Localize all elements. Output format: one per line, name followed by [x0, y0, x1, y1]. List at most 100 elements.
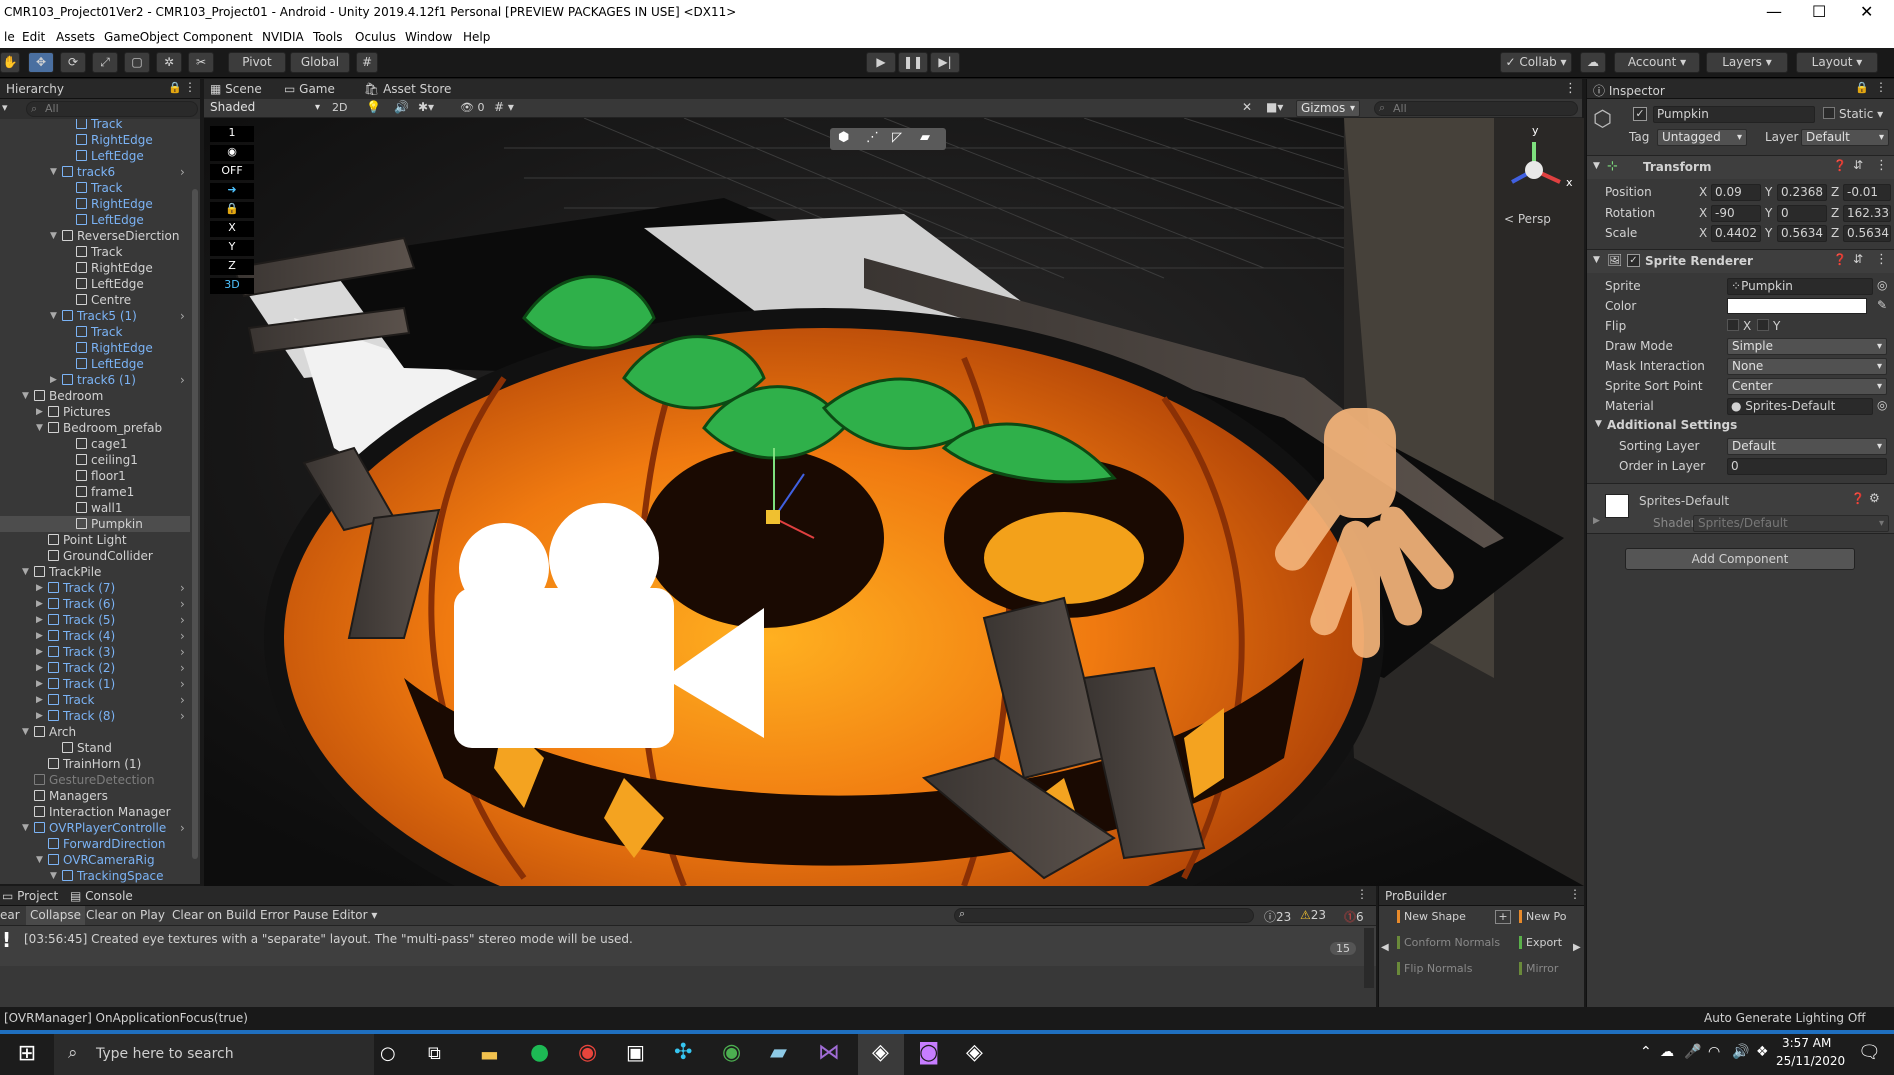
vertex-tool-icon[interactable]: ⋰ — [866, 130, 879, 145]
collapsed-arrow-icon[interactable]: ▶ — [36, 660, 43, 676]
custom-tool-icon[interactable]: ✂ — [188, 52, 214, 73]
tools-icon[interactable]: ✕ — [1242, 100, 1252, 114]
hierarchy-item[interactable]: Track — [0, 244, 190, 260]
new-poly-button[interactable]: New Po — [1519, 910, 1566, 923]
clear-button[interactable]: ear — [0, 908, 20, 922]
error-pause-button[interactable]: Error Pause — [260, 908, 328, 922]
spotify-icon[interactable]: ● — [530, 1040, 549, 1065]
shading-dropdown[interactable]: Shaded — [206, 100, 324, 117]
console-scrollbar[interactable] — [1364, 928, 1374, 988]
hierarchy-item[interactable]: ▶ Track (2) › — [0, 660, 190, 676]
flip-y-checkbox[interactable] — [1757, 319, 1769, 331]
hierarchy-item[interactable]: ForwardDirection — [0, 836, 190, 852]
grid-icon[interactable]: # ▾ — [494, 100, 514, 114]
hierarchy-item[interactable]: ▼ track6 › — [0, 164, 190, 180]
hierarchy-item[interactable]: ▼ Bedroom — [0, 388, 190, 404]
draw-mode-dropdown[interactable]: Simple — [1727, 338, 1887, 355]
expanded-arrow-icon[interactable]: ▼ — [50, 868, 57, 883]
clock-time[interactable]: 3:57 AM — [1782, 1036, 1831, 1050]
menu-tools[interactable]: Tools — [313, 30, 343, 44]
edge-tool-icon[interactable]: ◸ — [892, 130, 902, 145]
prefab-open-icon[interactable]: › — [180, 660, 185, 676]
menu-component[interactable]: Component — [183, 30, 253, 44]
hierarchy-item[interactable]: LeftEdge — [0, 276, 190, 292]
prefab-open-icon[interactable]: › — [180, 580, 185, 596]
probuilder-tab[interactable]: ProBuilder — [1385, 889, 1446, 903]
slack-icon[interactable]: ✣ — [674, 1040, 692, 1065]
camera-icon[interactable]: ■▾ — [1266, 100, 1283, 114]
hierarchy-item[interactable]: RightEdge — [0, 132, 190, 148]
position-z-field[interactable]: -0.01 — [1843, 184, 1891, 201]
sprite-preset-icon[interactable]: ⇵ — [1853, 252, 1863, 266]
tray-chevron-icon[interactable]: ⌃ — [1640, 1044, 1652, 1060]
info-count[interactable]: ⓘ23 — [1264, 908, 1291, 925]
scroll-left-icon[interactable]: ◀ — [1381, 942, 1389, 953]
pivot-toggle[interactable]: Pivot — [228, 52, 286, 73]
hierarchy-item[interactable]: ▶ Track (3) › — [0, 644, 190, 660]
lighting-icon[interactable]: 💡 — [366, 100, 381, 114]
orientation-gizmo[interactable]: y x — [1504, 124, 1574, 210]
prefab-open-icon[interactable]: › — [180, 164, 185, 180]
rotation-z-field[interactable]: 162.336 — [1843, 205, 1891, 222]
hierarchy-item[interactable]: Pumpkin — [0, 516, 190, 532]
hierarchy-item[interactable]: Centre — [0, 292, 190, 308]
clear-on-build-button[interactable]: Clear on Build — [172, 908, 256, 922]
hierarchy-search-input[interactable]: ⌕ All — [26, 101, 198, 117]
prefab-open-icon[interactable]: › — [180, 644, 185, 660]
hierarchy-item[interactable]: ▼ ReverseDierction — [0, 228, 190, 244]
error-count[interactable]: ⓵6 — [1344, 908, 1364, 925]
collapsed-arrow-icon[interactable]: ▶ — [50, 372, 57, 388]
chrome-2-icon[interactable]: ◉ — [722, 1040, 741, 1065]
position-y-field[interactable]: 0.2368 — [1777, 184, 1827, 201]
persp-label[interactable]: < Persp — [1504, 212, 1551, 226]
material-field[interactable]: ● Sprites-Default — [1727, 398, 1873, 415]
rotate-tool-icon[interactable]: ⟳ — [60, 52, 86, 73]
hidden-count[interactable]: 👁 0 — [460, 101, 484, 114]
help-icon[interactable]: ❓ — [1833, 159, 1847, 172]
expanded-arrow-icon[interactable]: ▼ — [36, 420, 43, 436]
effects-icon[interactable]: ✱▾ — [418, 100, 434, 114]
gizmos-dropdown[interactable]: Gizmos — [1296, 100, 1360, 117]
scene-menu-icon[interactable]: ⋮ — [1564, 81, 1577, 96]
hierarchy-item[interactable]: ▼ Track5 (1) › — [0, 308, 190, 324]
menu-gameobject[interactable]: GameObject — [104, 30, 179, 44]
close-icon[interactable]: ✕ — [1860, 2, 1873, 21]
collapsed-arrow-icon[interactable]: ▶ — [36, 692, 43, 708]
active-checkbox[interactable]: ✓ — [1633, 107, 1647, 121]
overlay-1[interactable]: 1 — [210, 126, 254, 142]
prefab-open-icon[interactable]: › — [180, 676, 185, 692]
lock-icon[interactable]: 🔒 — [168, 81, 182, 94]
sprite-help-icon[interactable]: ❓ — [1833, 253, 1847, 266]
task-view-icon[interactable]: ⧉ — [428, 1043, 441, 1064]
hierarchy-item[interactable]: ▶ Pictures — [0, 404, 190, 420]
collapsed-arrow-icon[interactable]: ▶ — [36, 580, 43, 596]
expanded-arrow-icon[interactable]: ▼ — [50, 228, 57, 244]
scale-x-field[interactable]: 0.4402 — [1711, 225, 1761, 242]
hierarchy-item[interactable]: RightEdge — [0, 196, 190, 212]
notes-icon[interactable]: ▰ — [770, 1040, 787, 1065]
collapsed-arrow-icon[interactable]: ▶ — [36, 644, 43, 660]
mirror-button[interactable]: Mirror — [1519, 962, 1558, 975]
menu-window[interactable]: Window — [405, 30, 452, 44]
hierarchy-item[interactable]: Track — [0, 324, 190, 340]
additional-settings-label[interactable]: Additional Settings — [1607, 418, 1737, 432]
prefab-open-icon[interactable]: › — [180, 612, 185, 628]
account-dropdown[interactable]: Account ▾ — [1614, 52, 1700, 73]
collapsed-arrow-icon[interactable]: ▶ — [36, 676, 43, 692]
clear-on-play-button[interactable]: Clear on Play — [86, 908, 165, 922]
grid-snap-icon[interactable]: # — [356, 52, 378, 73]
lighting-status[interactable]: Auto Generate Lighting Off — [1704, 1011, 1866, 1025]
transform-foldout-icon[interactable]: ▼ — [1593, 161, 1600, 171]
conform-normals-button[interactable]: Conform Normals — [1397, 936, 1500, 949]
material-settings-icon[interactable]: ⚙ — [1869, 491, 1880, 505]
discord-icon[interactable]: ◙ — [918, 1040, 939, 1065]
layout-dropdown[interactable]: Layout ▾ — [1796, 52, 1878, 73]
overlay-y[interactable]: Y — [210, 240, 254, 256]
hierarchy-item[interactable]: ▶ track6 (1) › — [0, 372, 190, 388]
hierarchy-item[interactable]: ▶ Track (4) › — [0, 628, 190, 644]
hierarchy-item[interactable]: ▶ Track (1) › — [0, 676, 190, 692]
clock-date[interactable]: 25/11/2020 — [1776, 1054, 1845, 1068]
add-component-button[interactable]: Add Component — [1625, 548, 1855, 570]
panel-menu-icon[interactable]: ⋮ — [184, 80, 196, 94]
sorting-layer-dropdown[interactable]: Default — [1727, 438, 1887, 455]
